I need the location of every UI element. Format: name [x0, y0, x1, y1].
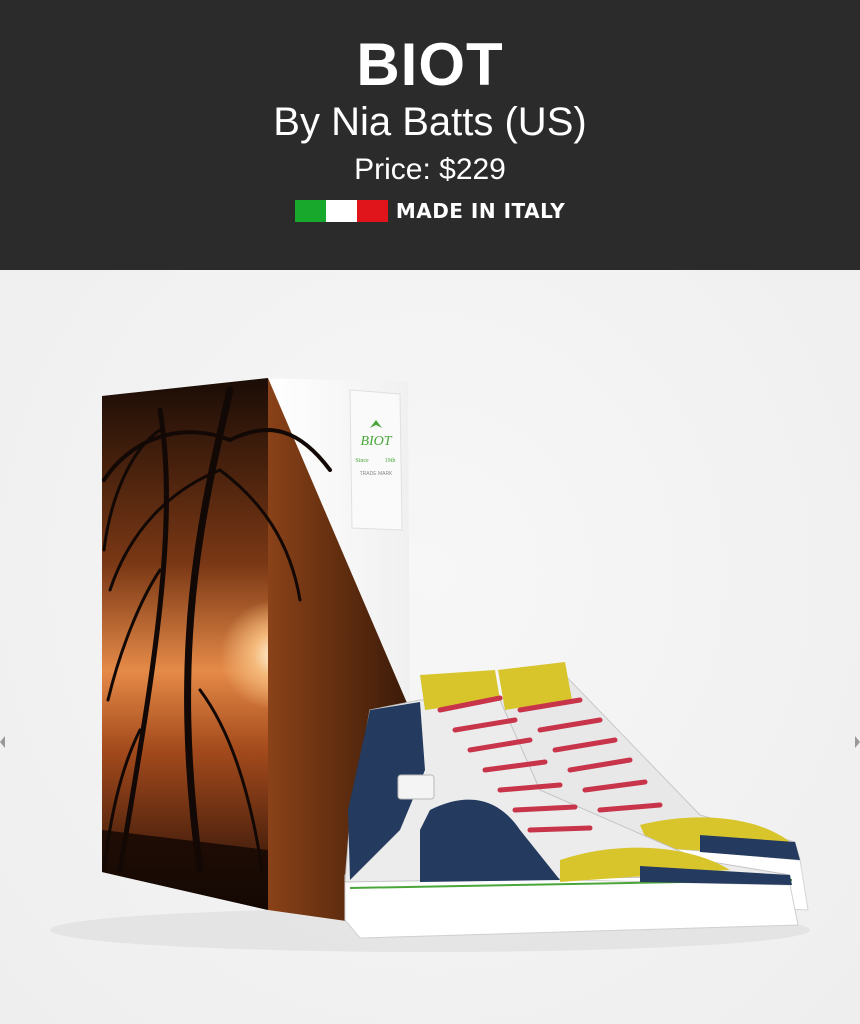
chevron-left-icon[interactable]: [0, 736, 5, 748]
product-title: BIOT: [356, 31, 504, 98]
front-shoe-badge: [397, 774, 435, 800]
made-in-label: MADE IN ITALY: [395, 199, 566, 223]
flag-stripe-green: [294, 200, 326, 222]
designer-byline: By Nia Batts (US): [273, 100, 587, 144]
product-image: BIOT Since 19th TRADE MARK: [0, 270, 860, 1024]
flag-stripe-white: [325, 200, 357, 222]
product-photo: BIOT Since 19th TRADE MARK: [50, 378, 810, 952]
made-in-row: MADE IN ITALY: [0, 198, 860, 224]
product-price: Price: $229: [354, 153, 506, 186]
chevron-right-icon[interactable]: [855, 736, 860, 748]
italy-flag-icon: [294, 200, 388, 222]
product-header: BIOT By Nia Batts (US) Price: $229 MADE …: [0, 0, 860, 270]
box-label-year: 19th: [385, 458, 396, 464]
flag-stripe-red: [356, 200, 388, 222]
box-label-mark: TRADE MARK: [360, 471, 393, 477]
box-label-since: Since: [355, 458, 369, 464]
box-label-brand: BIOT: [360, 434, 392, 449]
